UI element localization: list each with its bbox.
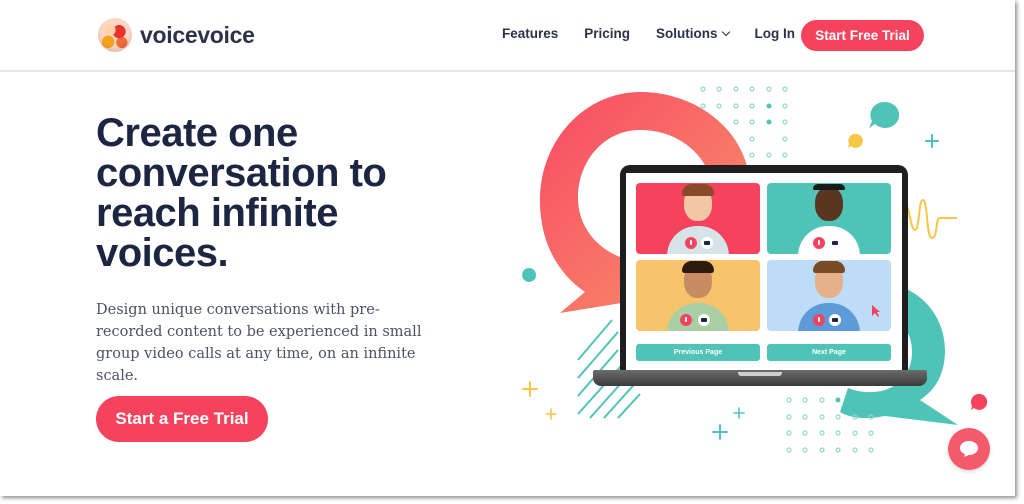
nav-solutions-label: Solutions: [656, 26, 718, 41]
brand-logo[interactable]: voicevoice: [98, 18, 255, 52]
video-camera-icon[interactable]: [829, 237, 841, 249]
microphone-icon[interactable]: [685, 237, 697, 249]
video-camera-icon[interactable]: [829, 314, 841, 326]
video-tile-2: [767, 183, 891, 254]
nav-solutions[interactable]: Solutions: [656, 26, 730, 41]
main-nav: Features Pricing Solutions Log In: [502, 26, 821, 41]
next-page-button[interactable]: Next Page: [767, 344, 891, 361]
brand-name: voicevoice: [140, 21, 255, 48]
chat-widget-button[interactable]: [948, 428, 990, 470]
start-free-trial-button[interactable]: Start Free Trial: [801, 20, 924, 51]
microphone-icon[interactable]: [813, 237, 825, 249]
video-camera-icon[interactable]: [701, 237, 713, 249]
laptop-notch: [738, 372, 782, 376]
laptop-mockup: Previous Page Next Page: [620, 165, 908, 379]
microphone-icon[interactable]: [813, 314, 825, 326]
hero-subtitle: Design unique conversations with pre-rec…: [96, 302, 422, 384]
video-tile-3: [636, 260, 760, 331]
video-call-screen: Previous Page Next Page: [626, 173, 902, 371]
nav-login[interactable]: Log In: [755, 26, 796, 41]
microphone-icon[interactable]: [680, 314, 692, 326]
cursor-arrow-icon: [872, 305, 880, 317]
chevron-down-icon: [721, 27, 730, 36]
teal-speech-dot: [522, 268, 537, 287]
video-camera-icon[interactable]: [698, 314, 710, 326]
site-header: voicevoice Features Pricing Solutions Lo…: [0, 0, 1015, 72]
hero-title: Create one conversation to reach infinit…: [96, 111, 387, 275]
page-frame: voicevoice Features Pricing Solutions Lo…: [0, 0, 1015, 496]
participant-avatar: [667, 184, 729, 254]
chat-bubble-icon: [960, 441, 978, 457]
yellow-speech-bubble-small: [848, 133, 863, 148]
pink-speech-dot: [970, 393, 988, 410]
nav-pricing[interactable]: Pricing: [584, 26, 630, 41]
laptop-base: [593, 370, 927, 386]
yellow-sound-wave: [904, 198, 957, 240]
globe-speech-logo-icon: [98, 18, 132, 52]
video-tile-4: [767, 260, 891, 331]
nav-features[interactable]: Features: [502, 26, 558, 41]
start-a-free-trial-button[interactable]: Start a Free Trial: [96, 396, 268, 442]
previous-page-button[interactable]: Previous Page: [636, 344, 760, 361]
teal-speech-bubble-small: [869, 101, 900, 128]
video-tile-1: [636, 183, 760, 254]
